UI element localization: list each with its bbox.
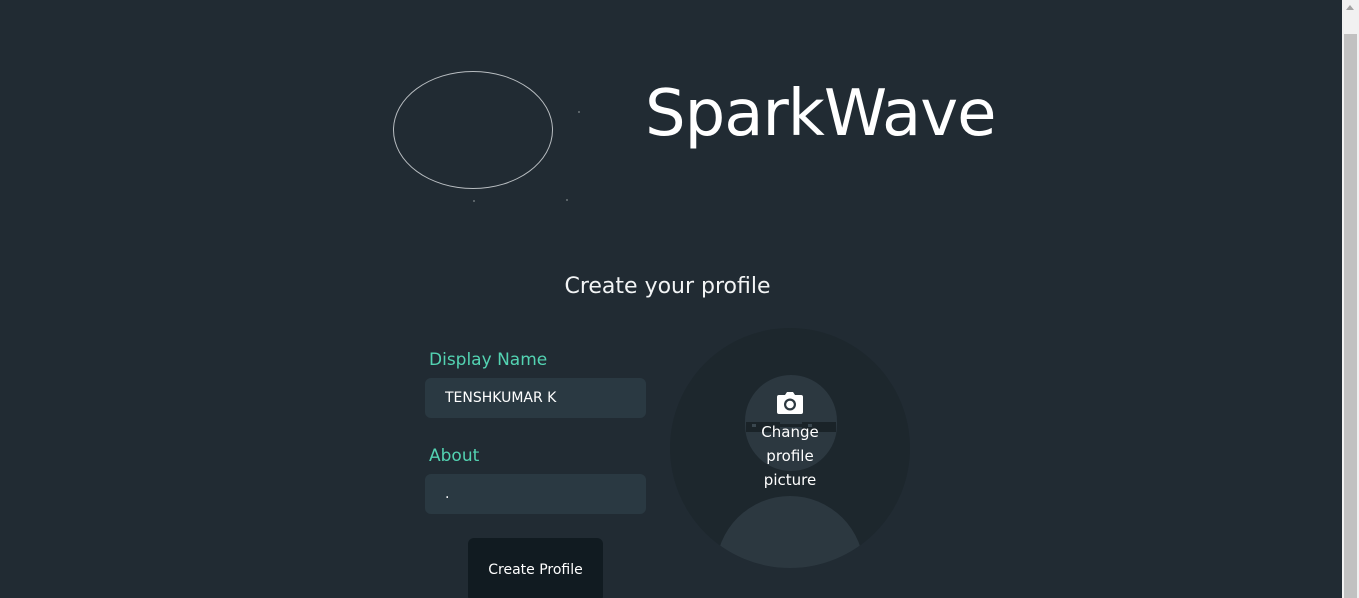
vertical-scrollbar[interactable] [1342, 0, 1359, 598]
logo-spark-dot [566, 199, 568, 201]
logo-spark-dot [473, 200, 475, 202]
change-picture-overlay[interactable]: Change profile picture [670, 392, 910, 492]
page-viewport: SparkWave Create your profile Display Na… [0, 0, 1342, 598]
create-profile-button[interactable]: Create Profile [468, 538, 603, 598]
camera-icon [777, 392, 803, 414]
change-picture-label: Change profile picture [761, 423, 819, 489]
scrollbar-thumb[interactable] [1344, 34, 1357, 598]
brand-title: SparkWave [645, 77, 996, 151]
profile-picture-button[interactable]: Change profile picture [670, 328, 910, 568]
avatar-body-silhouette [716, 496, 864, 568]
logo-ring-icon [393, 71, 553, 189]
about-label: About [429, 446, 480, 466]
page-title: Create your profile [564, 274, 771, 299]
display-name-label: Display Name [429, 350, 548, 370]
about-input[interactable] [425, 474, 646, 514]
display-name-input[interactable] [425, 378, 646, 418]
logo-spark-dot [578, 111, 580, 113]
scroll-up-arrow-icon[interactable] [1346, 5, 1354, 10]
